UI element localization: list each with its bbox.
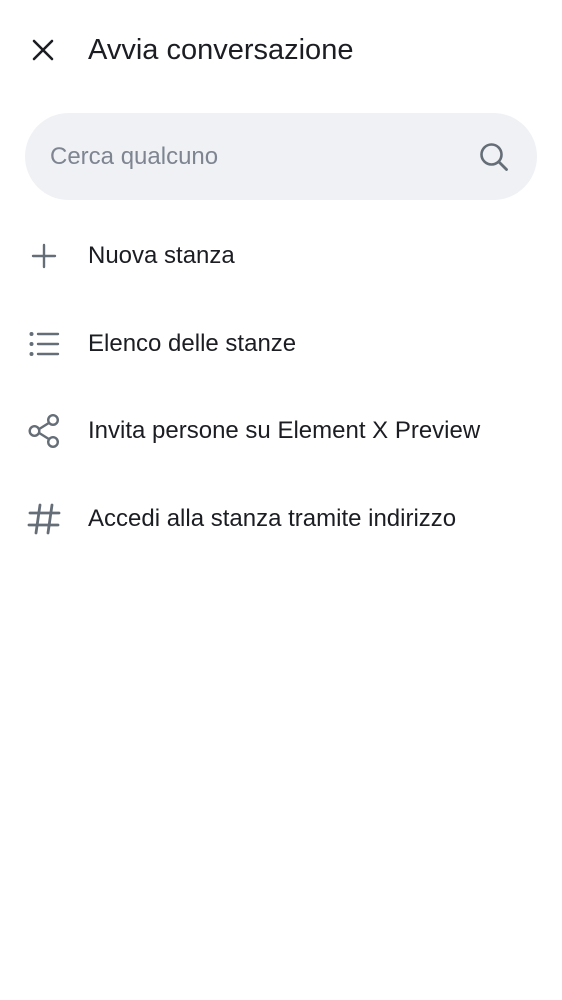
top-app-bar: Avvia conversazione xyxy=(0,0,562,100)
close-icon xyxy=(32,39,54,61)
menu-item-join-by-address[interactable]: Accedi alla stanza tramite indirizzo xyxy=(0,475,562,563)
search-field[interactable] xyxy=(25,113,537,200)
list-icon xyxy=(26,326,62,362)
search-input[interactable] xyxy=(25,113,465,200)
menu-item-label: Invita persone su Element X Preview xyxy=(88,417,481,444)
page-title: Avvia conversazione xyxy=(88,34,354,66)
menu-item-label: Accedi alla stanza tramite indirizzo xyxy=(88,504,457,532)
plus-icon xyxy=(26,238,62,274)
menu-item-label: Elenco delle stanze xyxy=(88,329,297,357)
search-icon xyxy=(477,140,511,174)
menu-item-label: Nuova stanza xyxy=(88,242,235,269)
menu-item-invite-people[interactable]: Invita persone su Element X Preview xyxy=(0,387,562,475)
hash-icon xyxy=(26,501,62,537)
action-menu: Nuova stanza Elenco delle stanze Invita … xyxy=(0,212,562,562)
menu-item-new-room[interactable]: Nuova stanza xyxy=(0,212,562,300)
menu-item-room-directory[interactable]: Elenco delle stanze xyxy=(0,300,562,388)
share-icon xyxy=(26,413,62,449)
close-button[interactable] xyxy=(20,27,66,73)
